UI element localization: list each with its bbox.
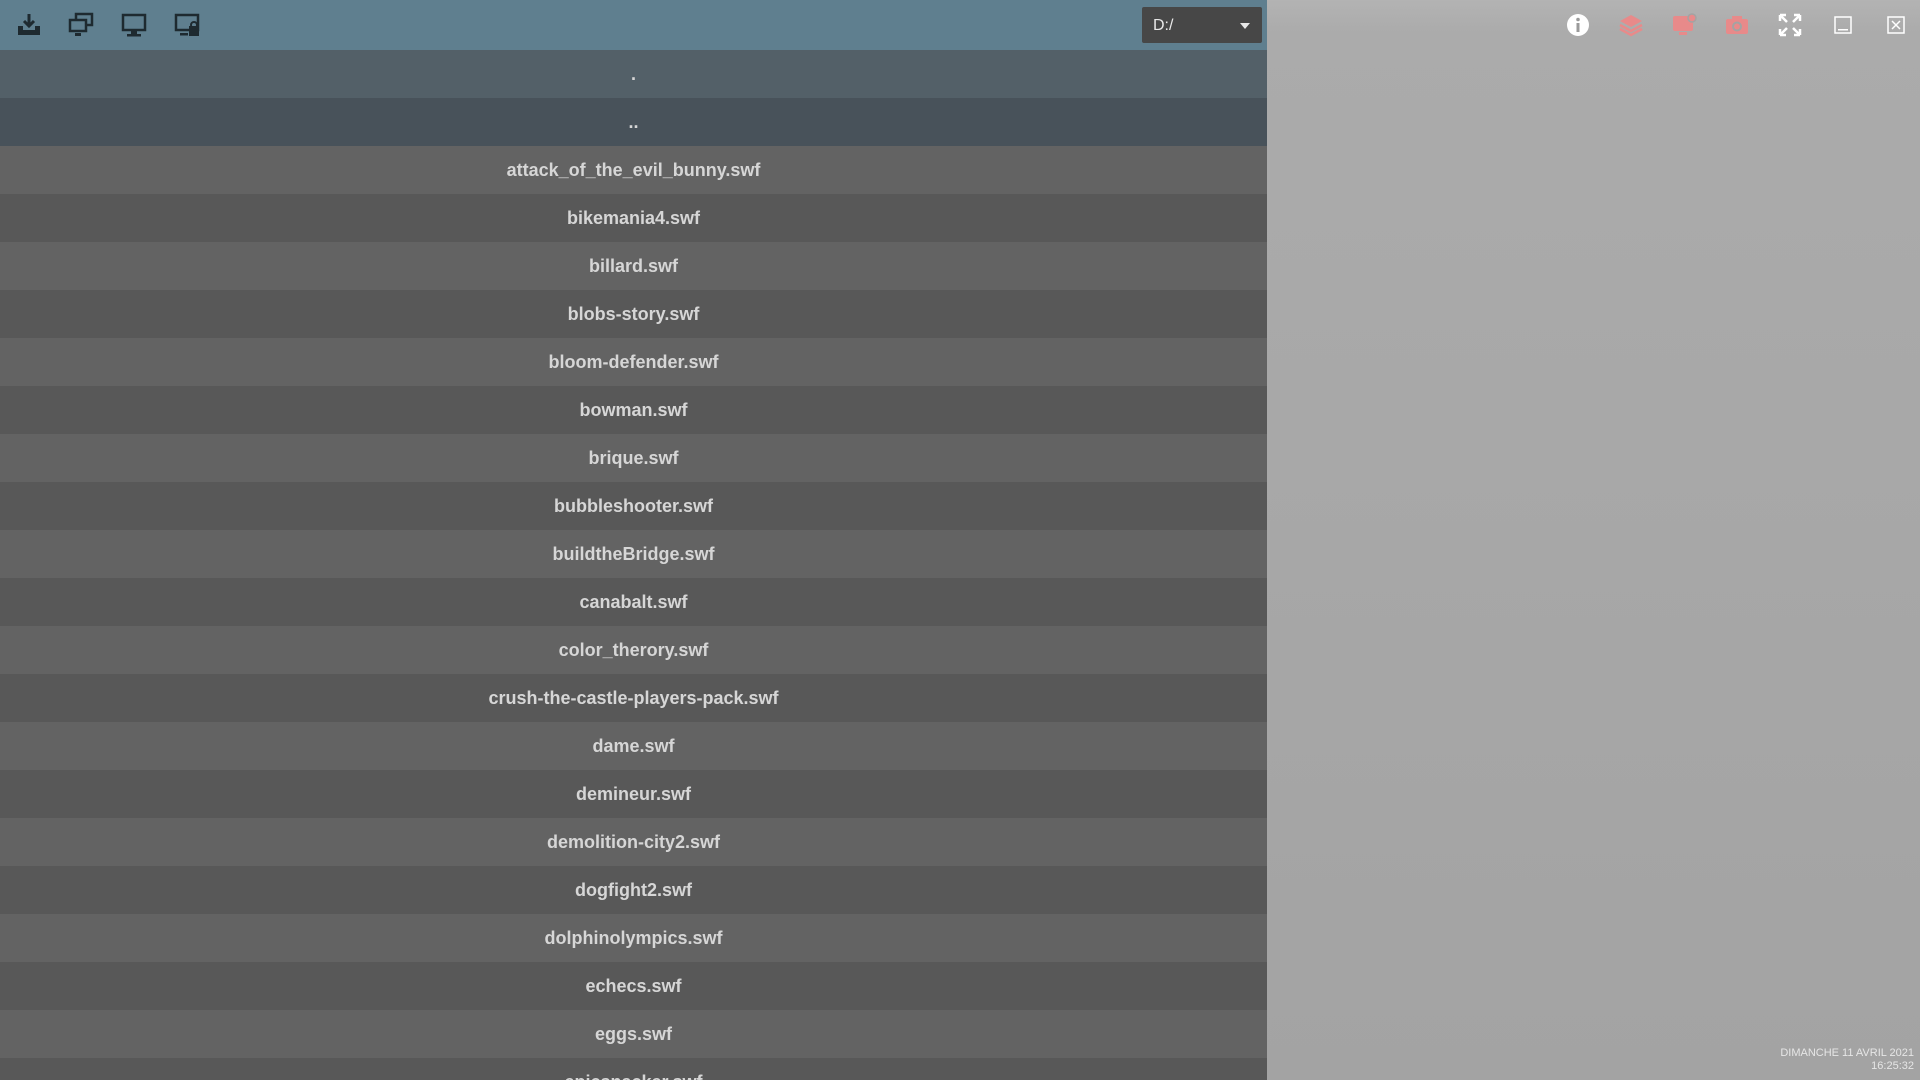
file-name: canabalt.swf: [579, 591, 688, 612]
drive-select-value: D:/: [1153, 17, 1174, 34]
file-name: bloom-defender.swf: [548, 351, 719, 372]
list-item[interactable]: demineur.swf: [0, 770, 1267, 818]
file-name: brique.swf: [588, 447, 679, 468]
file-name: ..: [628, 111, 639, 132]
file-name: echecs.swf: [585, 975, 682, 996]
file-name: dame.swf: [592, 735, 675, 756]
list-item[interactable]: brique.swf: [0, 434, 1267, 482]
clock: DIMANCHE 11 AVRIL 2021 16:25:32: [1780, 1047, 1914, 1073]
file-name: eggs.swf: [594, 1023, 673, 1044]
file-name: demineur.swf: [575, 783, 692, 804]
clock-date: DIMANCHE 11 AVRIL 2021: [1780, 1047, 1914, 1059]
list-item[interactable]: demolition-city2.swf: [0, 818, 1267, 866]
file-name: color_therory.swf: [558, 639, 709, 660]
list-item[interactable]: billard.swf: [0, 242, 1267, 290]
list-item[interactable]: eggs.swf: [0, 1010, 1267, 1058]
file-name: billard.swf: [588, 255, 678, 276]
list-item[interactable]: blobs-story.swf: [0, 290, 1267, 338]
layers-icon[interactable]: [1615, 10, 1647, 40]
file-name: buildtheBridge.swf: [552, 543, 715, 564]
toolbar: D:/: [0, 0, 1267, 50]
close-icon[interactable]: [1880, 10, 1912, 40]
network-screens-icon[interactable]: [64, 8, 98, 42]
file-name: dogfight2.swf: [575, 879, 692, 900]
list-item[interactable]: epicsnacker.swf: [0, 1058, 1267, 1080]
list-item[interactable]: color_therory.swf: [0, 626, 1267, 674]
file-browser-panel: D:/ . .. attack_of_the_evil_bunny.swf bi…: [0, 0, 1267, 1080]
file-name: bowman.swf: [579, 399, 688, 420]
monitor-icon[interactable]: [117, 8, 151, 42]
list-item[interactable]: attack_of_the_evil_bunny.swf: [0, 146, 1267, 194]
list-item[interactable]: .: [0, 50, 1267, 98]
list-item[interactable]: dolphinolympics.swf: [0, 914, 1267, 962]
list-item[interactable]: dame.swf: [0, 722, 1267, 770]
camera-icon[interactable]: [1721, 10, 1753, 40]
info-icon[interactable]: [1562, 10, 1594, 40]
list-item[interactable]: bikemania4.swf: [0, 194, 1267, 242]
drive-select[interactable]: D:/: [1142, 7, 1262, 43]
file-list: . .. attack_of_the_evil_bunny.swf bikema…: [0, 50, 1267, 1080]
list-item[interactable]: crush-the-castle-players-pack.swf: [0, 674, 1267, 722]
list-item[interactable]: dogfight2.swf: [0, 866, 1267, 914]
monitor-lock-icon[interactable]: [170, 8, 204, 42]
list-item[interactable]: buildtheBridge.swf: [0, 530, 1267, 578]
list-item[interactable]: ..: [0, 98, 1267, 146]
minimize-icon[interactable]: [1827, 10, 1859, 40]
file-name: dolphinolympics.swf: [544, 927, 723, 948]
file-name: blobs-story.swf: [567, 303, 700, 324]
list-item[interactable]: canabalt.swf: [0, 578, 1267, 626]
file-name: bikemania4.swf: [566, 207, 701, 228]
file-name: demolition-city2.swf: [546, 831, 721, 852]
file-name: epicsnacker.swf: [564, 1072, 702, 1080]
file-name: bubbleshooter.swf: [553, 495, 713, 516]
list-item[interactable]: bloom-defender.swf: [0, 338, 1267, 386]
screen-record-icon[interactable]: [1668, 10, 1700, 40]
file-name: .: [630, 63, 636, 84]
download-tray-icon[interactable]: [12, 8, 46, 42]
file-name: crush-the-castle-players-pack.swf: [488, 687, 779, 708]
clock-time: 16:25:32: [1871, 1060, 1914, 1072]
file-name: attack_of_the_evil_bunny.swf: [506, 159, 761, 180]
list-item[interactable]: bubbleshooter.swf: [0, 482, 1267, 530]
fullscreen-icon[interactable]: [1774, 10, 1806, 40]
chevron-down-icon: [1240, 23, 1250, 29]
list-item[interactable]: echecs.swf: [0, 962, 1267, 1010]
list-item[interactable]: bowman.swf: [0, 386, 1267, 434]
